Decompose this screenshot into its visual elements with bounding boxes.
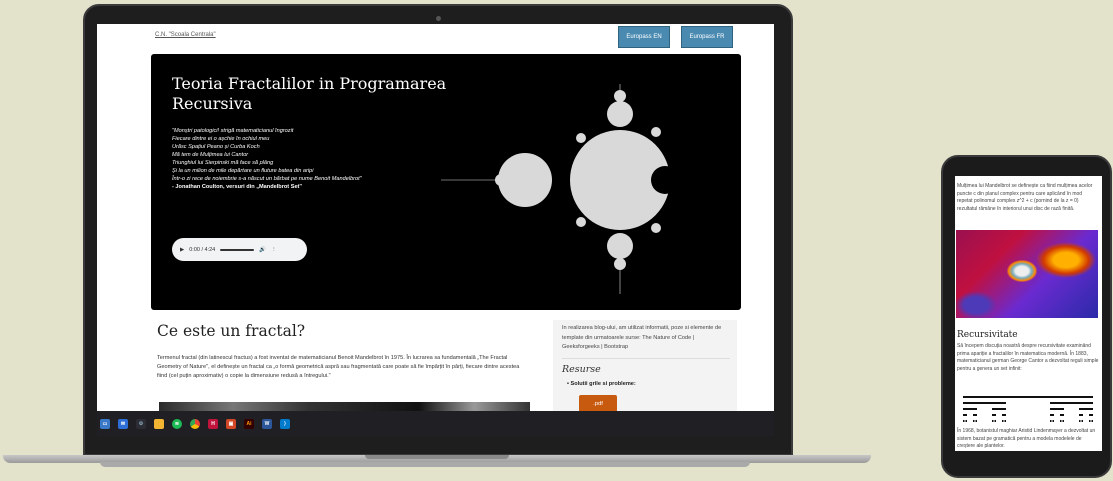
hero-title: Teoria Fractalilor in Programarea Recurs… bbox=[172, 74, 447, 113]
divider bbox=[562, 358, 730, 359]
word-icon[interactable]: W bbox=[262, 418, 272, 429]
base-notch bbox=[365, 455, 509, 459]
phone-intro: Mulțimea lui Mandelbrot se definește ca … bbox=[957, 183, 1093, 212]
illustrator-icon[interactable]: Ai bbox=[244, 418, 254, 429]
volume-icon[interactable]: 🔊 bbox=[259, 247, 266, 253]
gear-icon[interactable]: ⚙ bbox=[136, 418, 146, 429]
resources-title: Resurse bbox=[562, 364, 601, 375]
mandelbrot-icon bbox=[441, 84, 679, 294]
poem-line: Într-o zi rece de noiembrie s-a născut u… bbox=[172, 176, 362, 182]
brand-link[interactable]: C.N. "Scoala Centrala" bbox=[155, 32, 216, 38]
camera-dot bbox=[436, 16, 441, 21]
poem-line: Și la un milion de mile depărtare un flu… bbox=[172, 168, 314, 174]
resources-item-label: Solutii grile si probleme: bbox=[570, 381, 636, 387]
resources-item: • Solutii grile si probleme: bbox=[567, 381, 636, 387]
phone-heading: Recursivitate bbox=[957, 330, 1018, 340]
poem-line: Fiecare dintre ei o așchie în ochiul meu bbox=[172, 136, 270, 142]
europass-en-button[interactable]: Europass EN bbox=[618, 26, 670, 48]
top-nav: C.N. "Scoala Centrala" Europass EN Europ… bbox=[97, 24, 774, 54]
vscode-icon[interactable]: ⟩ bbox=[280, 418, 290, 429]
pdf-button[interactable]: .pdf bbox=[579, 395, 617, 412]
phone-screen: Mulțimea lui Mandelbrot se definește ca … bbox=[955, 176, 1102, 451]
more-options-icon[interactable]: ⋮ bbox=[271, 247, 277, 253]
audio-time: 0:00 / 4:24 bbox=[189, 246, 216, 253]
europass-fr-button[interactable]: Europass FR bbox=[681, 26, 733, 48]
section-paragraph: Termenul fractal (din latinescul fractus… bbox=[157, 355, 520, 379]
laptop-screen: C.N. "Scoala Centrala" Europass EN Europ… bbox=[97, 24, 774, 436]
files-icon[interactable]: ▭ bbox=[100, 418, 110, 429]
audio-progress-bar[interactable] bbox=[220, 248, 255, 251]
section-title: Ce este un fractal? bbox=[157, 322, 306, 340]
poem-block: "Monștri patologici! strigă matematician… bbox=[172, 127, 362, 191]
hero-banner: Teoria Fractalilor in Programarea Recurs… bbox=[151, 54, 741, 310]
mail-icon[interactable]: ✉ bbox=[118, 418, 128, 429]
audio-player[interactable]: ▶ 0:00 / 4:24 🔊 ⋮ bbox=[172, 238, 307, 261]
spotify-icon[interactable]: ≋ bbox=[172, 418, 182, 429]
taskbar: ▭ ✉ ⚙ ≋ H ▣ Ai W ⟩ bbox=[97, 411, 774, 436]
phone-recursion-text: Să începem discuția noastră despre recur… bbox=[957, 343, 1099, 372]
phone-lindenmayer-text: În 1968, botanistul maghiar Aristid Lind… bbox=[957, 428, 1096, 450]
poem-line: Triunghiul lui Sierpinski mă face să plâ… bbox=[172, 160, 274, 166]
folder-icon[interactable] bbox=[154, 418, 164, 429]
laptop-foot bbox=[100, 462, 750, 467]
play-icon[interactable]: ▶ bbox=[180, 247, 184, 253]
chrome-icon[interactable] bbox=[190, 418, 200, 429]
poem-line: Urăsc Spațiul Peano și Curba Koch bbox=[172, 144, 260, 150]
sidebar-intro: In realizarea blog-ului, am utilizat inf… bbox=[562, 325, 722, 350]
slides-icon[interactable]: ▣ bbox=[226, 418, 236, 429]
cantor-set-icon bbox=[963, 396, 1093, 422]
phone-fractal-image bbox=[956, 230, 1098, 318]
poem-line: "Monștri patologici! strigă matematician… bbox=[172, 128, 294, 134]
poem-line: Mă tem de Mulțimea lui Cantor bbox=[172, 152, 249, 158]
poem-attribution: - Jonathan Coulton, versuri din „Mandelb… bbox=[172, 184, 303, 190]
app-icon[interactable]: H bbox=[208, 418, 218, 429]
